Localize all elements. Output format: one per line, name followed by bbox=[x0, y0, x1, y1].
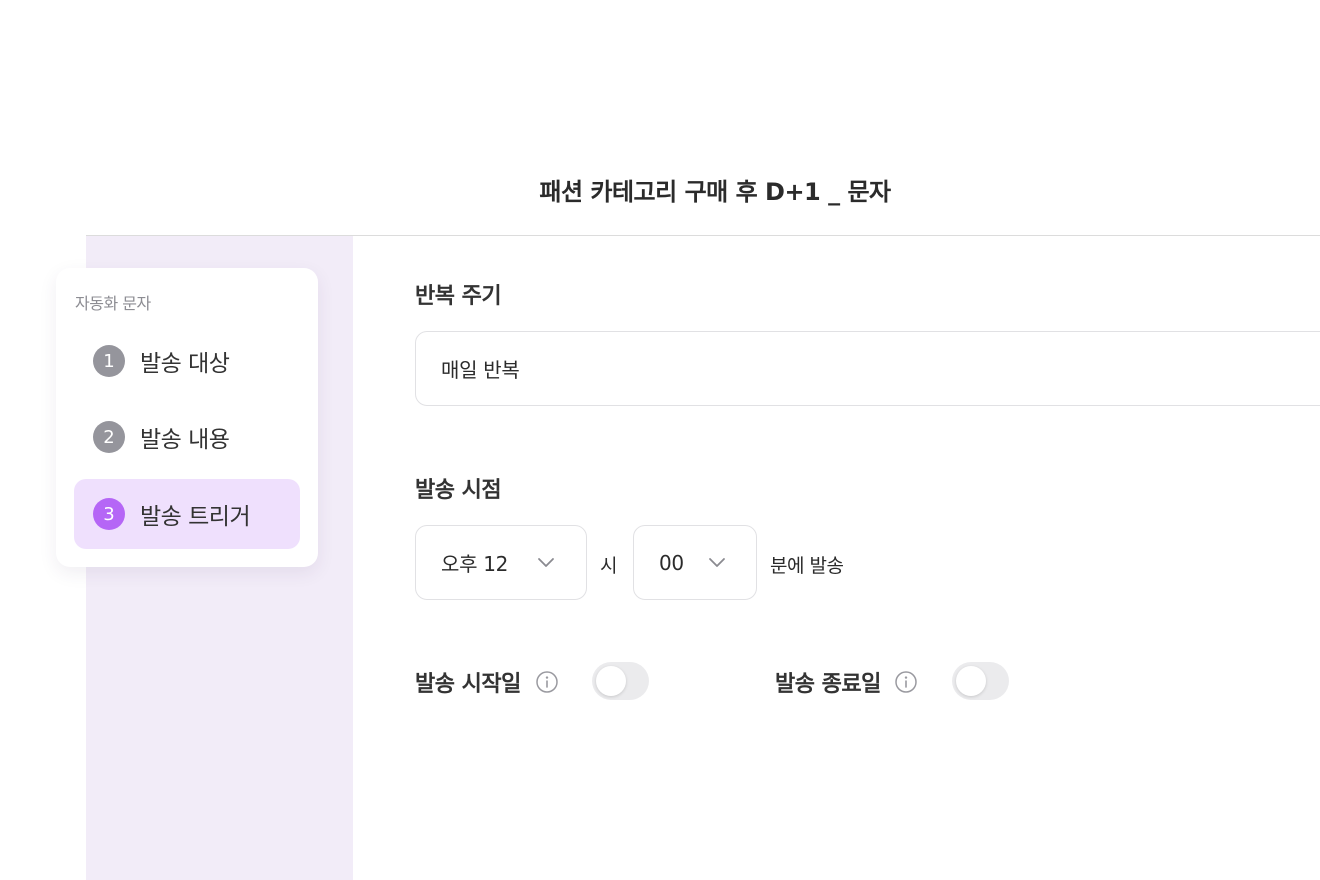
steps-card: 자동화 문자 1 발송 대상 2 발송 내용 3 발송 트리거 bbox=[56, 268, 318, 567]
toggle-knob bbox=[956, 666, 986, 696]
hour-value: 오후 12 bbox=[441, 552, 509, 576]
start-date-toggle[interactable] bbox=[592, 662, 649, 700]
chevron-down-icon bbox=[538, 557, 554, 567]
repeat-cycle-select[interactable]: 매일 반복 bbox=[415, 331, 1320, 406]
step-label: 발송 대상 bbox=[140, 351, 230, 377]
steps-card-label: 자동화 문자 bbox=[75, 294, 151, 313]
step-number-badge: 1 bbox=[93, 345, 125, 377]
chevron-down-icon bbox=[709, 557, 725, 567]
start-date-label: 발송 시작일 bbox=[415, 672, 521, 697]
minute-value: 00 bbox=[659, 550, 684, 575]
page-title: 패션 카테고리 구매 후 D+1 _ 문자 bbox=[539, 178, 891, 206]
end-date-label: 발송 종료일 bbox=[775, 672, 881, 697]
step-item-content[interactable]: 2 발송 내용 bbox=[74, 402, 300, 472]
step-label: 발송 내용 bbox=[140, 427, 230, 453]
toggle-knob bbox=[596, 666, 626, 696]
repeat-cycle-value: 매일 반복 bbox=[441, 358, 520, 382]
hour-suffix: 시 bbox=[600, 555, 617, 577]
step-number-badge: 2 bbox=[93, 421, 125, 453]
end-date-toggle[interactable] bbox=[952, 662, 1009, 700]
minute-select[interactable]: 00 bbox=[633, 525, 757, 600]
minute-suffix: 분에 발송 bbox=[770, 555, 844, 577]
info-icon[interactable] bbox=[535, 670, 559, 694]
repeat-cycle-label: 반복 주기 bbox=[415, 284, 502, 309]
send-time-label: 발송 시점 bbox=[415, 478, 502, 503]
hour-select[interactable]: 오후 12 bbox=[415, 525, 587, 600]
step-item-trigger[interactable]: 3 발송 트리거 bbox=[74, 479, 300, 549]
info-icon[interactable] bbox=[894, 670, 918, 694]
step-item-target[interactable]: 1 발송 대상 bbox=[74, 326, 300, 396]
step-label: 발송 트리거 bbox=[140, 504, 251, 530]
step-number-badge: 3 bbox=[93, 498, 125, 530]
